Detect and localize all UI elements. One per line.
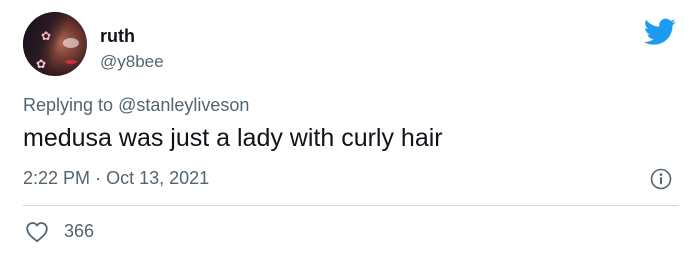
like-count: 366 (64, 221, 95, 241)
tweet-time: 2:22 PM (23, 168, 91, 188)
tweet-timestamp[interactable]: 2:22 PM · Oct 13, 2021 (23, 168, 209, 189)
info-icon[interactable] (650, 168, 672, 190)
author-name[interactable]: ruth (100, 26, 135, 47)
heart-icon[interactable] (25, 221, 49, 243)
tweet-date: Oct 13, 2021 (106, 168, 210, 188)
avatar-highlight (63, 38, 79, 48)
author-handle[interactable]: @y8bee (100, 52, 164, 72)
tweet-card: ✿ ✿ ruth @y8bee Replying to @stanleylive… (0, 0, 700, 257)
tweet-text: medusa was just a lady with curly hair (23, 124, 443, 152)
replying-to: Replying to @stanleyliveson (23, 95, 249, 116)
avatar[interactable]: ✿ ✿ (23, 12, 87, 76)
reply-mention-link[interactable]: @stanleyliveson (118, 95, 249, 115)
twitter-bird-icon[interactable] (644, 18, 676, 46)
flower-icon: ✿ (36, 57, 47, 71)
avatar-lips (65, 60, 77, 64)
flower-icon: ✿ (41, 29, 52, 43)
timestamp-separator: · (95, 168, 102, 188)
divider (23, 205, 679, 206)
replying-to-label: Replying to (23, 95, 114, 115)
